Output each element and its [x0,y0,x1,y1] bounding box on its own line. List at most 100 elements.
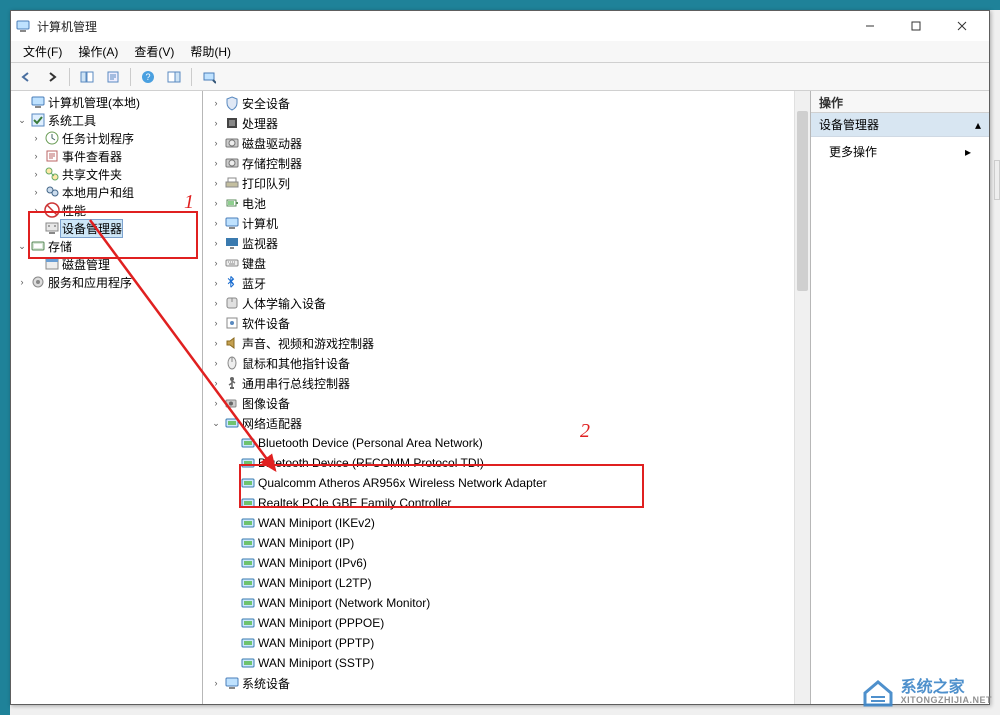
properties-button[interactable] [102,66,124,88]
network-adapter-item[interactable]: WAN Miniport (IP) [203,533,794,553]
device-category-monitors[interactable]: ›监视器 [203,233,794,253]
device-category-storage_controllers[interactable]: ›存储控制器 [203,153,794,173]
menu-action[interactable]: 操作(A) [70,41,126,62]
device-category-hid[interactable]: ›人体学输入设备 [203,293,794,313]
tree-services-apps[interactable]: › 服务和应用程序 [11,273,202,291]
device-label: WAN Miniport (IP) [257,536,354,550]
tree-shared-folders[interactable]: › 共享文件夹 [11,165,202,183]
network-adapter-item[interactable]: Bluetooth Device (Personal Area Network) [203,433,794,453]
network-adapter-item[interactable]: WAN Miniport (PPPOE) [203,613,794,633]
expand-icon[interactable]: › [209,258,223,268]
device-label: 系统设备 [241,675,290,692]
back-button[interactable] [15,66,37,88]
expand-icon[interactable]: › [29,133,43,143]
tree-storage[interactable]: ⌄ 存储 [11,237,202,255]
device-category-processors[interactable]: ›处理器 [203,113,794,133]
expand-icon[interactable]: › [29,205,43,215]
device-category-usb[interactable]: ›通用串行总线控制器 [203,373,794,393]
expand-icon[interactable]: › [29,187,43,197]
network-adapter-item[interactable]: WAN Miniport (PPTP) [203,633,794,653]
details-pane-wrap: ›安全设备›处理器›磁盘驱动器›存储控制器›打印队列›电池›计算机›监视器›键盘… [203,91,811,704]
expand-icon[interactable]: › [209,358,223,368]
tree-event-viewer[interactable]: › 事件查看器 [11,147,202,165]
vertical-scrollbar[interactable] [794,91,810,704]
console-tree-pane[interactable]: 计算机管理(本地) ⌄ 系统工具 › 任务计划程序 › 事件查看器 › 共享文件… [11,91,203,704]
menu-file[interactable]: 文件(F) [15,41,70,62]
forward-button[interactable] [41,66,63,88]
tree-device-manager[interactable]: 设备管理器 [11,219,202,237]
show-hide-tree-button[interactable] [76,66,98,88]
actions-section-header[interactable]: 设备管理器 ▴ [811,113,989,137]
device-label: 键盘 [241,255,266,272]
close-button[interactable] [939,11,985,41]
performance-icon [43,202,61,218]
minimize-button[interactable] [847,11,893,41]
menu-view[interactable]: 查看(V) [126,41,182,62]
expand-icon[interactable]: › [209,218,223,228]
background-strip-left [0,0,10,715]
network-adapter-item[interactable]: WAN Miniport (SSTP) [203,653,794,673]
expand-icon[interactable]: › [209,238,223,248]
expand-icon[interactable]: › [209,158,223,168]
network-adapter-item[interactable]: WAN Miniport (Network Monitor) [203,593,794,613]
ic-nic-icon [239,455,257,471]
expand-icon[interactable]: › [209,338,223,348]
device-category-security_devices[interactable]: ›安全设备 [203,93,794,113]
action-pane-button[interactable] [163,66,185,88]
network-adapter-item[interactable]: WAN Miniport (L2TP) [203,573,794,593]
tree-root[interactable]: 计算机管理(本地) [11,93,202,111]
expand-icon[interactable]: › [209,118,223,128]
menu-help[interactable]: 帮助(H) [182,41,239,62]
scrollbar-thumb[interactable] [797,111,808,291]
expand-icon[interactable]: › [29,169,43,179]
tree-task-scheduler[interactable]: › 任务计划程序 [11,129,202,147]
computer-mgmt-icon [29,94,47,110]
maximize-button[interactable] [893,11,939,41]
expand-icon[interactable]: › [209,98,223,108]
expand-icon[interactable]: › [209,398,223,408]
device-category-imaging[interactable]: ›图像设备 [203,393,794,413]
device-category-computer[interactable]: › 计算机 [203,213,794,233]
ic-chip-icon [223,115,241,131]
collapse-section-icon[interactable]: ▴ [975,118,981,132]
device-category-sound[interactable]: ›声音、视频和游戏控制器 [203,333,794,353]
collapse-icon[interactable]: ⌄ [15,115,29,126]
tree-disk-management[interactable]: 磁盘管理 [11,255,202,273]
expand-icon[interactable]: › [209,318,223,328]
scan-button[interactable] [198,66,220,88]
tree-local-users[interactable]: › 本地用户和组 [11,183,202,201]
expand-icon[interactable]: › [209,198,223,208]
tree-performance[interactable]: › 性能 [11,201,202,219]
device-category-keyboards[interactable]: › 键盘 [203,253,794,273]
device-category-batteries[interactable]: ›电池 [203,193,794,213]
expand-icon[interactable]: › [209,178,223,188]
expand-icon[interactable]: › [29,151,43,161]
device-category-print_queues[interactable]: ›打印队列 [203,173,794,193]
device-category-network-adapters[interactable]: ⌄网络适配器 [203,413,794,433]
network-adapter-item[interactable]: Qualcomm Atheros AR956x Wireless Network… [203,473,794,493]
expand-icon[interactable]: ⌄ [209,418,223,429]
expand-icon[interactable]: › [209,278,223,288]
help-button[interactable]: ? [137,66,159,88]
device-category-mouse[interactable]: ›鼠标和其他指针设备 [203,353,794,373]
device-tree-pane[interactable]: ›安全设备›处理器›磁盘驱动器›存储控制器›打印队列›电池›计算机›监视器›键盘… [203,91,794,704]
device-category-system-devices[interactable]: › 系统设备 [203,673,794,693]
ic-hdd-icon [223,155,241,171]
device-category-software_devices[interactable]: ›软件设备 [203,313,794,333]
expand-icon[interactable]: › [209,298,223,308]
device-category-disk_drives[interactable]: ›磁盘驱动器 [203,133,794,153]
network-adapter-item[interactable]: WAN Miniport (IPv6) [203,553,794,573]
network-adapter-item[interactable]: Realtek PCIe GBE Family Controller [203,493,794,513]
device-label: 计算机 [241,215,278,232]
network-adapter-item[interactable]: WAN Miniport (IKEv2) [203,513,794,533]
expand-icon[interactable]: › [209,378,223,388]
expand-icon[interactable]: › [15,277,29,287]
collapse-icon[interactable]: ⌄ [15,241,29,252]
network-adapter-item[interactable]: Bluetooth Device (RFCOMM Protocol TDI) [203,453,794,473]
more-actions-row[interactable]: 更多操作 ▸ [811,137,989,166]
expand-icon[interactable]: › [209,138,223,148]
expand-icon[interactable]: › [209,678,223,688]
tree-system-tools[interactable]: ⌄ 系统工具 [11,111,202,129]
device-category-bluetooth[interactable]: ›蓝牙 [203,273,794,293]
ic-nic-icon [239,555,257,571]
